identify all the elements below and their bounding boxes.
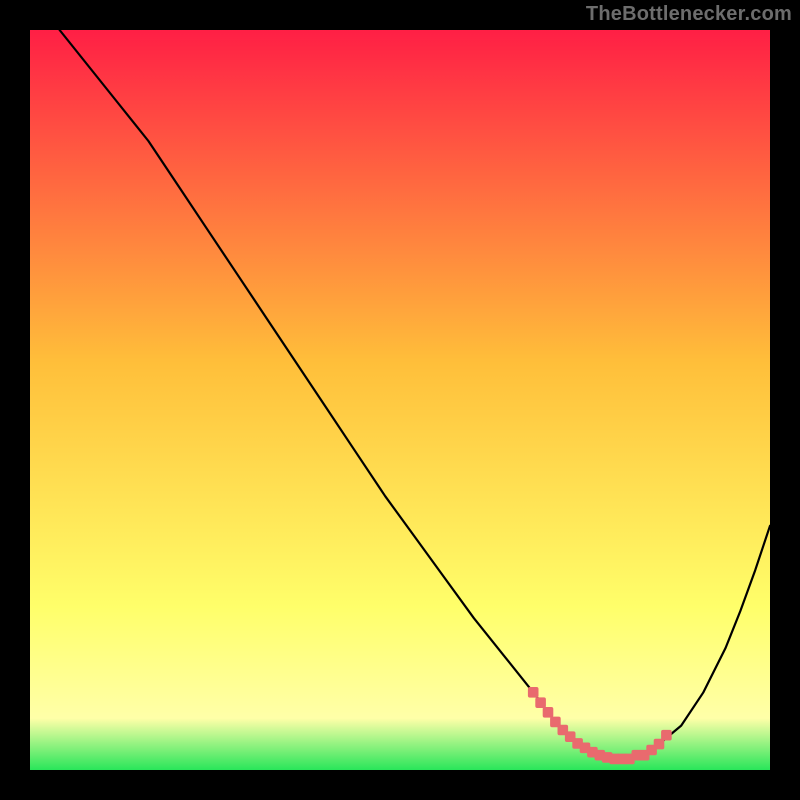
watermark-text: TheBottlenecker.com: [586, 3, 792, 26]
marker-point: [662, 730, 672, 740]
marker-point: [536, 698, 546, 708]
marker-point: [543, 708, 553, 718]
bottleneck-chart: [0, 0, 800, 800]
chart-container: TheBottlenecker.com: [0, 0, 800, 800]
marker-point: [654, 739, 664, 749]
plot-area: [30, 30, 770, 770]
marker-point: [528, 688, 538, 698]
